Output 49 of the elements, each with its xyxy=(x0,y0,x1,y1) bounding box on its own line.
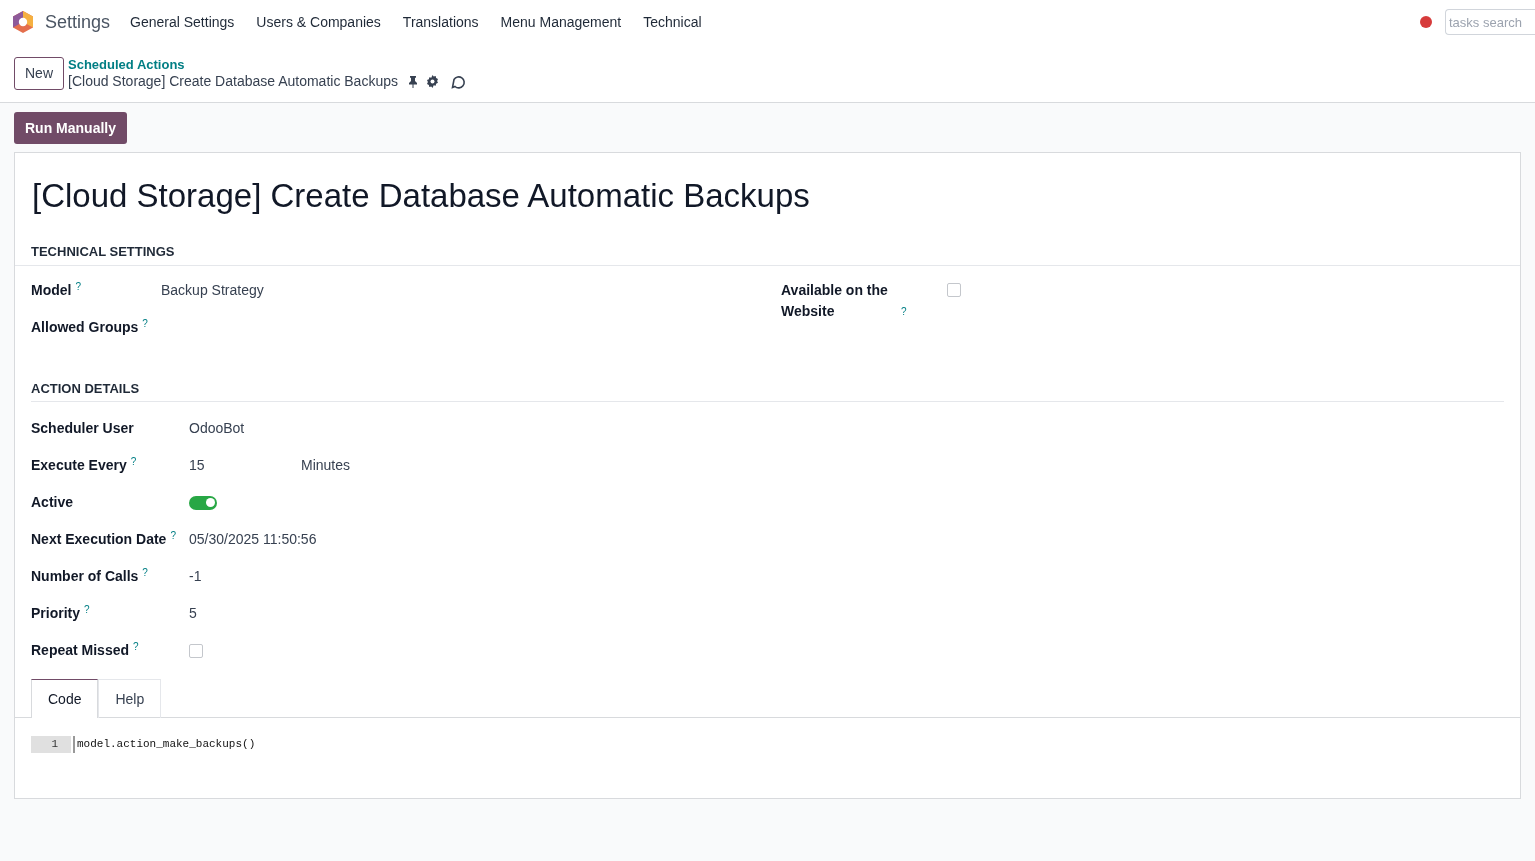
checkbox[interactable] xyxy=(189,643,203,658)
field-value: 5 xyxy=(189,604,197,623)
help-mark[interactable]: ? xyxy=(133,642,139,652)
menu-item[interactable]: Translations xyxy=(402,11,479,33)
field-label: Model xyxy=(31,282,72,298)
field-value: 05/30/2025 11:50:56 xyxy=(189,530,317,549)
breadcrumb-link[interactable]: Scheduled Actions xyxy=(68,56,466,73)
help-mark[interactable]: ? xyxy=(130,457,137,467)
field-value: Minutes xyxy=(301,456,351,475)
search-field[interactable]: tasks search xyxy=(1445,9,1535,35)
menu-item[interactable]: Users & Companies xyxy=(256,11,381,33)
menu-item[interactable]: Technical xyxy=(643,11,702,33)
field-label: Priority xyxy=(31,605,80,621)
help-mark[interactable]: ? xyxy=(142,568,148,578)
field-label: Number of Calls xyxy=(31,568,139,584)
help-mark[interactable]: ? xyxy=(75,282,81,292)
section-heading: ACTION DETAILS xyxy=(31,381,140,396)
menu-item[interactable]: Menu Management xyxy=(500,11,622,33)
field-value: -1 xyxy=(189,567,202,586)
app-name[interactable]: Settings xyxy=(45,8,111,36)
field-label: Next Execution Date xyxy=(31,531,167,547)
field-label: Execute Every xyxy=(31,457,127,473)
run-manually-button[interactable]: Run Manually xyxy=(14,112,127,144)
field-label: Active xyxy=(31,494,74,510)
toggle-switch[interactable] xyxy=(189,495,217,510)
field-label: Available on the Website xyxy=(781,281,889,321)
field-label: Repeat Missed xyxy=(31,642,130,658)
field-value: 15 xyxy=(189,456,206,475)
tab[interactable]: Code xyxy=(31,679,99,718)
help-mark[interactable]: ? xyxy=(170,531,176,541)
field-label: Scheduler User xyxy=(31,420,134,436)
pin-icon[interactable] xyxy=(408,75,418,88)
tab[interactable]: Help xyxy=(98,679,162,718)
help-mark[interactable]: ? xyxy=(142,319,148,329)
menu-item[interactable]: General Settings xyxy=(130,11,235,33)
help-mark[interactable]: ? xyxy=(901,307,907,317)
checkbox[interactable] xyxy=(947,283,961,297)
help-mark[interactable]: ? xyxy=(84,605,90,615)
field-label: Allowed Groups xyxy=(31,319,139,335)
field-value: Backup Strategy xyxy=(161,281,264,300)
new-button[interactable]: New xyxy=(14,56,64,90)
app-logo-icon[interactable] xyxy=(12,10,34,34)
line-number: 1 xyxy=(31,736,71,753)
record-title: [Cloud Storage] Create Database Automatic Backups xyxy=(68,73,398,90)
settings-icon[interactable] xyxy=(426,75,439,88)
section-heading: TECHNICAL SETTINGS xyxy=(31,244,175,259)
code-line: model.action_make_backups() xyxy=(73,736,256,753)
field-value: OdooBot xyxy=(189,419,245,438)
form-title: [Cloud Storage] Create Database Automatic Backups xyxy=(31,176,811,216)
